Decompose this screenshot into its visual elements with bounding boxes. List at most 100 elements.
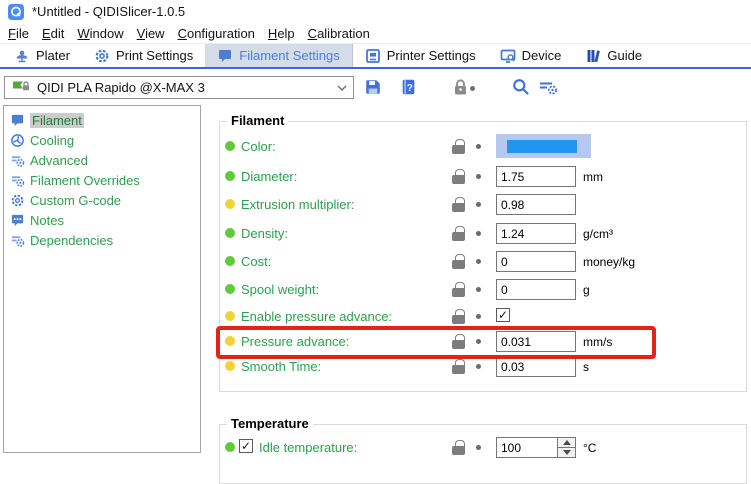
menu-calibration[interactable]: Calibration [308, 26, 370, 41]
revert-dot [476, 339, 481, 344]
unit-label: mm [583, 170, 603, 184]
revert-dot [476, 174, 481, 179]
setting-row-spool-weight: Spool weight: g [225, 279, 747, 301]
modified-dot [225, 284, 235, 294]
revert-dot [476, 287, 481, 292]
lock-icon[interactable] [452, 226, 465, 241]
compare-question-icon: ? [400, 78, 417, 96]
color-swatch[interactable] [496, 134, 591, 158]
lock-icon[interactable] [452, 359, 465, 374]
lock-icon[interactable] [452, 282, 465, 297]
revert-dot [476, 144, 481, 149]
search-button[interactable] [510, 76, 532, 98]
preset-filament-icon [11, 78, 31, 97]
sidebar-item-filament[interactable]: Filament [4, 110, 200, 130]
options-gear-icon [10, 173, 25, 188]
pressure-advance-input[interactable] [496, 331, 576, 352]
enable-pressure-advance-checkbox[interactable]: ✓ [496, 308, 510, 322]
lock-icon[interactable] [452, 169, 465, 184]
plater-icon [14, 48, 30, 64]
sidebar-item-cooling[interactable]: Cooling [4, 130, 200, 150]
save-button[interactable] [362, 76, 384, 98]
sidebar-item-notes[interactable]: Notes [4, 210, 200, 230]
setting-label: Diameter: [241, 169, 297, 184]
preferences-button[interactable] [537, 76, 559, 98]
lock-icon[interactable] [452, 440, 465, 455]
setting-label: Color: [241, 139, 276, 154]
menu-help[interactable]: Help [268, 26, 295, 41]
unit-label: °C [583, 441, 596, 455]
menu-view[interactable]: View [137, 26, 165, 41]
lock-icon[interactable] [452, 139, 465, 154]
modified-dot [225, 228, 235, 238]
setting-row-smooth-time: Smooth Time: s [225, 356, 747, 378]
diameter-input[interactable] [496, 166, 576, 187]
tab-label: Filament Settings [239, 48, 339, 63]
menu-edit[interactable]: Edit [42, 26, 64, 41]
group-legend: Filament [227, 113, 288, 128]
setting-row-density: Density: g/cm³ [225, 223, 747, 245]
device-icon [500, 48, 516, 64]
modified-dot [225, 171, 235, 181]
sidebar-item-filament-overrides[interactable]: Filament Overrides [4, 170, 200, 190]
lock-icon[interactable] [452, 309, 465, 324]
group-legend: Temperature [227, 416, 313, 431]
setting-label: Cost: [241, 254, 271, 269]
unit-label: s [583, 360, 589, 374]
app-logo-icon [8, 4, 24, 20]
unit-label: g [583, 283, 590, 297]
density-input[interactable] [496, 223, 576, 244]
compare-presets-button[interactable]: ? [397, 76, 419, 98]
menu-configuration[interactable]: Configuration [178, 26, 255, 41]
idle-temperature-input[interactable] [497, 438, 557, 457]
tab-device[interactable]: Device [488, 44, 574, 67]
unit-label: g/cm³ [583, 227, 613, 241]
setting-label: Extrusion multiplier: [241, 197, 354, 212]
spin-up-button[interactable] [558, 438, 575, 448]
extrusion-multiplier-input[interactable] [496, 194, 576, 215]
spool-weight-input[interactable] [496, 279, 576, 300]
lock-icon[interactable] [452, 254, 465, 269]
tab-printer-settings[interactable]: Printer Settings [353, 44, 488, 67]
tab-plater[interactable]: Plater [2, 44, 82, 67]
filament-icon [10, 113, 25, 128]
setting-label: Pressure advance: [241, 334, 349, 349]
options-gear-icon [10, 233, 25, 248]
sidebar-item-label: Filament [30, 113, 84, 128]
setting-row-diameter: Diameter: mm [225, 166, 747, 188]
tab-bar: Plater Print Settings Filament Settings … [0, 44, 751, 67]
cost-input[interactable] [496, 251, 576, 272]
smooth-time-input[interactable] [496, 356, 576, 377]
sidebar-item-advanced[interactable]: Advanced [4, 150, 200, 170]
revert-dot [476, 364, 481, 369]
filament-icon [217, 48, 233, 64]
tab-label: Printer Settings [387, 48, 476, 63]
tab-label: Print Settings [116, 48, 193, 63]
modified-dot [225, 141, 235, 151]
tab-guide[interactable]: Guide [573, 44, 654, 67]
tab-active-underline [0, 67, 751, 69]
menu-window[interactable]: Window [77, 26, 123, 41]
modified-dot [225, 199, 235, 209]
sidebar-item-custom-gcode[interactable]: Custom G-code [4, 190, 200, 210]
guide-icon [585, 48, 601, 64]
idle-temperature-spinner [496, 437, 576, 458]
spin-down-button[interactable] [558, 448, 575, 457]
tab-print-settings[interactable]: Print Settings [82, 44, 205, 67]
modified-dot [225, 361, 235, 371]
sidebar-item-dependencies[interactable]: Dependencies [4, 230, 200, 250]
revert-all-dot [470, 86, 475, 91]
lock-all-button[interactable] [449, 76, 471, 98]
menu-file[interactable]: File [8, 26, 29, 41]
modified-dot [225, 336, 235, 346]
lock-icon[interactable] [452, 197, 465, 212]
lock-icon[interactable] [452, 334, 465, 349]
settings-sidebar: Filament Cooling Advanced Filament Overr… [3, 105, 201, 453]
modified-dot [225, 311, 235, 321]
fan-icon [10, 133, 25, 148]
revert-dot [476, 231, 481, 236]
notes-bubble-icon [10, 213, 25, 228]
preset-toolbar: QIDI PLA Rapido @X-MAX 3 ? [0, 70, 751, 104]
preset-combobox[interactable]: QIDI PLA Rapido @X-MAX 3 [4, 76, 354, 99]
tab-filament-settings[interactable]: Filament Settings [205, 44, 352, 67]
